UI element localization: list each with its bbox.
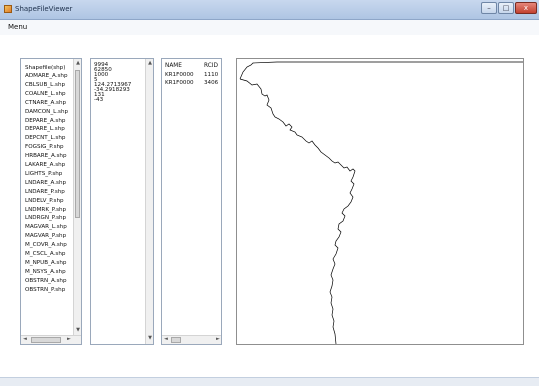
list-header: Shapefile(shp)	[25, 65, 66, 71]
map-canvas[interactable]	[237, 59, 523, 345]
shape-info-panel[interactable]: 9994 62850 1000 5 124.2713967 -34.2918293 131-…	[90, 58, 154, 345]
minimize-button[interactable]: –	[481, 2, 497, 14]
coastline-path	[239, 61, 523, 345]
list-item[interactable]: ADMARE_A.shp	[25, 72, 68, 80]
table-cell-rcid[interactable]: 1110	[204, 72, 218, 78]
column-header-rcid[interactable]: RCID	[204, 63, 218, 69]
right-arrow-icon[interactable]: ►	[216, 336, 220, 342]
list-item[interactable]: LIGHTS_P.shp	[25, 170, 62, 178]
list-item[interactable]: DEPARE_L.shp	[25, 125, 65, 133]
list-item[interactable]: OBSTRN_P.shp	[25, 286, 65, 294]
list-item[interactable]: FOGSIG_P.shp	[25, 143, 64, 151]
scrollbar-thumb[interactable]	[75, 70, 80, 218]
list-item[interactable]: LNDMRK_P.shp	[25, 206, 66, 214]
list-item[interactable]: CTNARE_A.shp	[25, 99, 66, 107]
shapefile-list[interactable]: Shapefile(shp) ADMARE_A.shp CBLSUB_L.shp CO…	[20, 58, 82, 345]
list-item[interactable]: LAKARE_A.shp	[25, 161, 65, 169]
list-item[interactable]: LNDARE_P.shp	[25, 188, 65, 196]
maximize-button[interactable]: □	[498, 2, 514, 14]
table-cell-rcid[interactable]: 3406	[204, 80, 218, 86]
table-cell-name[interactable]: KR1F0000	[165, 72, 194, 78]
list-item[interactable]: M_NSYS_A.shp	[25, 268, 66, 276]
list-item[interactable]: DEPARE_A.shp	[25, 117, 65, 125]
table-cell-name[interactable]: KR1F0000	[165, 80, 194, 86]
table-horizontal-scrollbar[interactable]: ◄ ►	[162, 335, 221, 344]
down-arrow-icon[interactable]: ▼	[146, 335, 153, 341]
list-item[interactable]: COALNE_L.shp	[25, 90, 66, 98]
list-item[interactable]: LNDRGN_P.shp	[25, 214, 66, 222]
down-arrow-icon[interactable]: ▼	[74, 327, 81, 333]
list-item[interactable]: M_COVR_A.shp	[25, 241, 67, 249]
list-item[interactable]: MAGVAR_L.shp	[25, 223, 67, 231]
file-list-vertical-scrollbar[interactable]: ▲ ▼	[73, 59, 81, 337]
attribute-table[interactable]: NAME RCID KR1F0000 1110 KR1F0000 3406 ◄ …	[161, 58, 222, 345]
app-icon	[4, 5, 12, 13]
menu-item[interactable]: Menu	[8, 23, 27, 31]
up-arrow-icon[interactable]: ▲	[74, 60, 81, 66]
up-arrow-icon[interactable]: ▲	[146, 60, 153, 66]
info-vertical-scrollbar[interactable]: ▲ ▼	[145, 59, 153, 344]
list-item[interactable]: LNDARE_A.shp	[25, 179, 66, 187]
right-arrow-icon[interactable]: ►	[67, 336, 71, 342]
list-item[interactable]: DEPCNT_L.shp	[25, 134, 65, 142]
list-item[interactable]: LNDELV_P.shp	[25, 197, 64, 205]
left-arrow-icon[interactable]: ◄	[164, 336, 168, 342]
scrollbar-thumb[interactable]	[171, 337, 181, 343]
close-button[interactable]: x	[515, 2, 537, 14]
file-list-horizontal-scrollbar[interactable]: ◄ ►	[21, 335, 81, 344]
list-item[interactable]: M_NPUB_A.shp	[25, 259, 66, 267]
list-item[interactable]: OBSTRN_A.shp	[25, 277, 67, 285]
list-item[interactable]: M_CSCL_A.shp	[25, 250, 65, 258]
info-line: -43	[94, 97, 104, 103]
window-title: ShapeFileViewer	[15, 5, 73, 13]
title-bar: ShapeFileViewer – □ x	[0, 0, 539, 20]
map-view[interactable]	[236, 58, 524, 345]
list-item[interactable]: MAGVAR_P.shp	[25, 232, 66, 240]
list-item[interactable]: HRBARE_A.shp	[25, 152, 67, 160]
scrollbar-thumb[interactable]	[31, 337, 61, 343]
list-item[interactable]: CBLSUB_L.shp	[25, 81, 65, 89]
column-header-name[interactable]: NAME	[165, 63, 182, 69]
left-arrow-icon[interactable]: ◄	[23, 336, 27, 342]
menu-bar: Menu	[0, 20, 539, 35]
list-item[interactable]: DAMCON_L.shp	[25, 108, 68, 116]
